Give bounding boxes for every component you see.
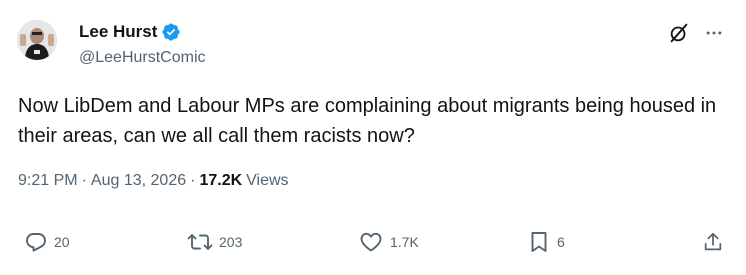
bookmark-icon <box>531 232 547 252</box>
tweet-date[interactable]: Aug 13, 2026 <box>91 172 186 190</box>
meta-separator: · <box>190 172 196 189</box>
like-count: 1.7K <box>390 234 419 250</box>
top-actions <box>668 22 724 44</box>
repost-icon <box>187 234 213 250</box>
reply-count: 20 <box>54 234 70 250</box>
reply-button[interactable]: 20 <box>24 230 70 254</box>
views-label: Views <box>246 172 289 189</box>
bookmark-count: 6 <box>557 234 565 250</box>
verified-badge-icon <box>162 23 180 41</box>
author-handle[interactable]: @LeeHurstComic <box>79 49 206 67</box>
tweet-meta: 9:21 PM · Aug 13, 2026 · 17.2K Views <box>18 172 289 190</box>
avatar[interactable] <box>17 20 57 60</box>
avatar-image <box>17 20 57 60</box>
repost-count: 203 <box>219 234 243 250</box>
bookmark-button[interactable]: 6 <box>527 230 565 254</box>
like-icon <box>360 232 382 252</box>
tweet-time[interactable]: 9:21 PM <box>18 172 78 190</box>
reply-icon <box>26 233 46 252</box>
author-name-row[interactable]: Lee Hurst <box>79 22 181 42</box>
more-icon[interactable] <box>704 23 724 43</box>
repost-button[interactable]: 203 <box>187 230 242 254</box>
views-count: 17.2K <box>199 172 243 189</box>
grok-icon[interactable] <box>668 22 690 44</box>
share-button[interactable] <box>702 230 724 254</box>
like-button[interactable]: 1.7K <box>358 230 419 254</box>
share-icon <box>704 232 722 251</box>
action-bar: 20 203 1.7K 6 <box>24 230 724 258</box>
author-name[interactable]: Lee Hurst <box>79 22 157 42</box>
meta-separator: · <box>81 172 87 189</box>
tweet-text: Now LibDem and Labour MPs are complainin… <box>18 95 717 147</box>
